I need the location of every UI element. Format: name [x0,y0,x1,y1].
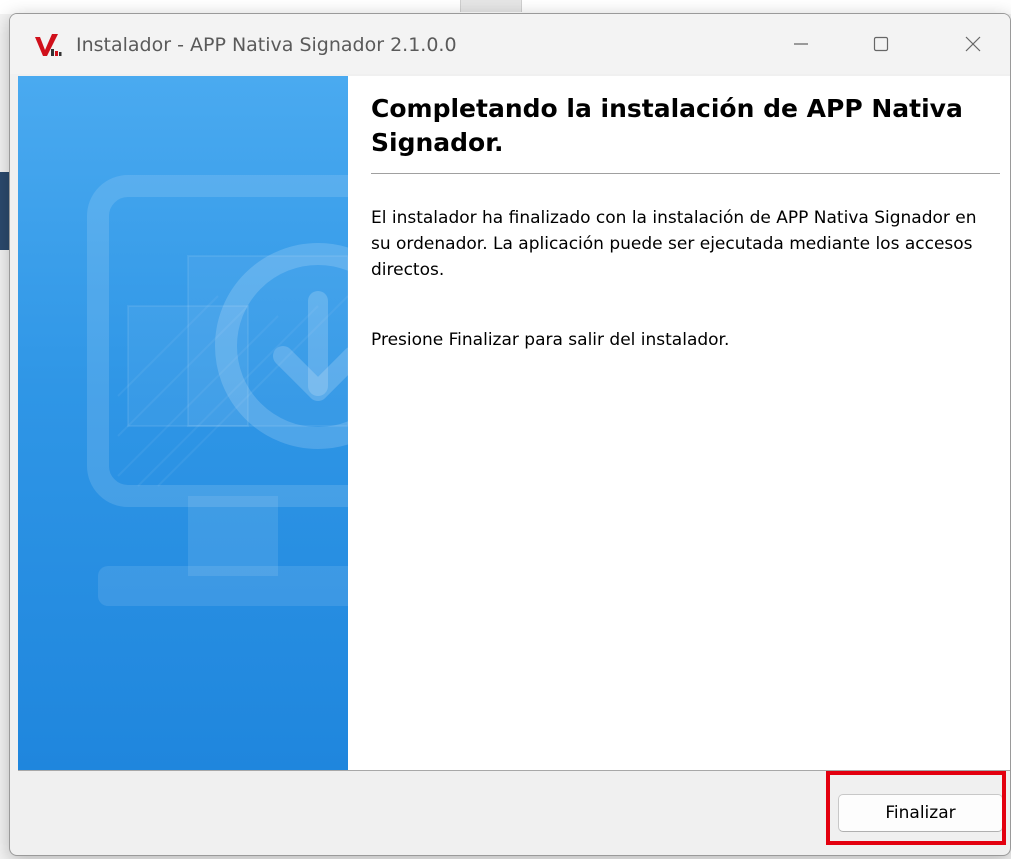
heading-divider [371,173,1000,174]
content-panel: Completando la instalación de APP Nativa… [348,76,1010,770]
installer-window: Instalador - APP Nativa Signador 2.1.0.0 [9,13,1011,856]
background-window-divider [460,0,522,12]
app-logo-icon [35,34,62,56]
window-title: Instalador - APP Nativa Signador 2.1.0.0 [76,34,457,56]
monitor-download-icon [87,175,348,606]
desktop: Instalador - APP Nativa Signador 2.1.0.0 [0,0,1011,859]
close-button[interactable] [950,24,996,64]
minimize-icon [794,43,808,45]
completion-message: El instalador ha finalizado con la insta… [371,208,977,280]
maximize-icon [873,36,889,52]
installer-banner [18,76,348,770]
finish-button[interactable]: Finalizar [838,794,1003,832]
finish-instruction: Presione Finalizar para salir del instal… [371,330,730,350]
minimize-button[interactable] [778,24,824,64]
title-bar[interactable]: Instalador - APP Nativa Signador 2.1.0.0 [10,14,1010,74]
close-icon [965,36,981,52]
maximize-button[interactable] [858,24,904,64]
footer-divider [18,770,1010,771]
page-title: Completando la instalación de APP Nativa… [371,94,963,157]
